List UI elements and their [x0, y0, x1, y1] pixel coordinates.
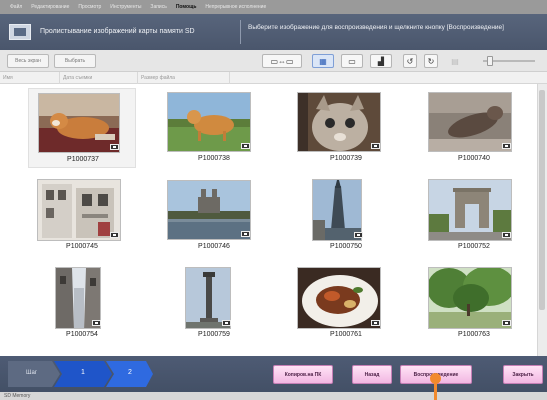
- thumbnail-filename: P1000754: [66, 331, 98, 338]
- status-bar: SD Memory: [0, 392, 547, 400]
- video-badge-icon: [502, 143, 511, 149]
- thumbnail-item[interactable]: P1000761: [292, 263, 400, 343]
- photo-trees-park: [428, 267, 512, 329]
- column-date[interactable]: Дата съемки: [60, 72, 138, 84]
- bottom-bar: Шаг 1 2 Копиров.на ПК Назад Воспроизведе…: [0, 356, 547, 392]
- select-button[interactable]: Выбрать: [54, 54, 96, 68]
- thumbnail-item[interactable]: P1000763: [420, 263, 528, 343]
- photo-arc-de-triomphe: [428, 179, 512, 241]
- menu-item-view[interactable]: Просмотр: [78, 4, 101, 10]
- menu-item-help[interactable]: Помощь: [176, 4, 197, 10]
- thumbnail-item[interactable]: P1000738: [160, 88, 268, 168]
- copy-to-pc-icon[interactable]: ▭⇔▭: [262, 54, 302, 68]
- thumbnail-filename: P1000761: [330, 331, 362, 338]
- thumbnail-filename: P1000759: [198, 331, 230, 338]
- menu-item-edit[interactable]: Редактирование: [31, 4, 69, 10]
- step-label: Шаг: [26, 370, 38, 376]
- thumbnail-item[interactable]: P1000759: [160, 263, 268, 343]
- thumbnail-filename: P1000737: [67, 156, 99, 163]
- thumbnail-item[interactable]: P1000750: [292, 175, 400, 255]
- video-badge-icon: [354, 232, 363, 238]
- copy-to-pc-button[interactable]: Копиров.на ПК: [273, 365, 333, 384]
- rotate-left-icon[interactable]: ↺: [403, 54, 417, 68]
- photo-building-balconies: [37, 179, 121, 241]
- fullscreen-button[interactable]: Весь экран: [7, 54, 49, 68]
- window-title: Пролистывание изображений карты памяти S…: [40, 28, 195, 35]
- video-badge-icon: [222, 320, 231, 326]
- thumbnail-view-icon[interactable]: ▦: [312, 54, 334, 68]
- close-button[interactable]: Закрыть: [503, 365, 543, 384]
- photo-dog-on-sofa: [38, 93, 120, 153]
- thumbnail-filename: P1000739: [330, 155, 362, 162]
- thumbnail-filename: P1000738: [198, 155, 230, 162]
- thumbnail-filename: P1000745: [66, 243, 98, 250]
- sd-card-icon: [9, 24, 31, 40]
- toolbar: Весь экран Выбрать ▭⇔▭ ▦ ▭ ▟ ↺ ↻ ▤: [0, 50, 547, 72]
- zoom-slider-handle[interactable]: [487, 56, 493, 66]
- thumbnail-item[interactable]: P1000746: [160, 175, 268, 255]
- menu-bar: Файл Редактирование Просмотр Инструменты…: [0, 0, 547, 14]
- multi-view-icon[interactable]: ▟: [370, 54, 392, 68]
- thumbnail-filename: P1000752: [458, 243, 490, 250]
- column-header: Имя Дата съемки Размер файла: [0, 72, 547, 84]
- step-2: 2: [128, 369, 132, 376]
- instruction-message: Выберите изображение для воспроизведения…: [248, 24, 504, 31]
- menu-item-record[interactable]: Запись: [150, 4, 166, 10]
- back-button[interactable]: Назад: [352, 365, 392, 384]
- thumbnail-filename: P1000746: [198, 243, 230, 250]
- photo-dinner-plate: [297, 267, 381, 329]
- column-name[interactable]: Имя: [0, 72, 60, 84]
- thumbnail-item[interactable]: P1000739: [292, 88, 400, 168]
- video-badge-icon: [502, 320, 511, 326]
- photo-cat-face: [297, 92, 381, 152]
- thumbnail-filename: P1000740: [458, 155, 490, 162]
- thumbnail-item[interactable]: P1000737: [28, 88, 136, 168]
- thumbnail-filename: P1000750: [330, 243, 362, 250]
- video-badge-icon: [371, 143, 380, 149]
- title-divider: [240, 20, 241, 44]
- pointer-stem: [434, 383, 437, 400]
- photo-dog-field: [167, 92, 251, 152]
- video-badge-icon: [241, 231, 250, 237]
- status-text: SD Memory: [4, 393, 31, 399]
- folder-icon: ▤: [451, 56, 459, 66]
- thumbnail-filename: P1000763: [458, 331, 490, 338]
- title-bar: Пролистывание изображений карты памяти S…: [0, 14, 547, 50]
- video-badge-icon: [371, 320, 380, 326]
- menu-item-continuous[interactable]: Непрерывное исполнение: [205, 4, 266, 10]
- thumbnail-item[interactable]: P1000754: [28, 263, 136, 343]
- photo-cat-lying: [428, 92, 512, 152]
- menu-item-tools[interactable]: Инструменты: [110, 4, 141, 10]
- thumbnail-item[interactable]: P1000745: [28, 175, 136, 255]
- scrollbar-thumb[interactable]: [539, 90, 545, 310]
- column-size[interactable]: Размер файла: [138, 72, 230, 84]
- video-badge-icon: [92, 320, 101, 326]
- video-badge-icon: [110, 144, 119, 150]
- menu-item-file[interactable]: Файл: [10, 4, 22, 10]
- thumbnail-item[interactable]: P1000740: [420, 88, 528, 168]
- photo-river-cathedral: [167, 180, 251, 240]
- single-view-icon[interactable]: ▭: [341, 54, 363, 68]
- thumbnail-item[interactable]: P1000752: [420, 175, 528, 255]
- video-badge-icon: [110, 232, 119, 238]
- video-badge-icon: [502, 232, 511, 238]
- step-1: 1: [81, 369, 85, 376]
- rotate-right-icon[interactable]: ↻: [424, 54, 438, 68]
- video-badge-icon: [241, 143, 250, 149]
